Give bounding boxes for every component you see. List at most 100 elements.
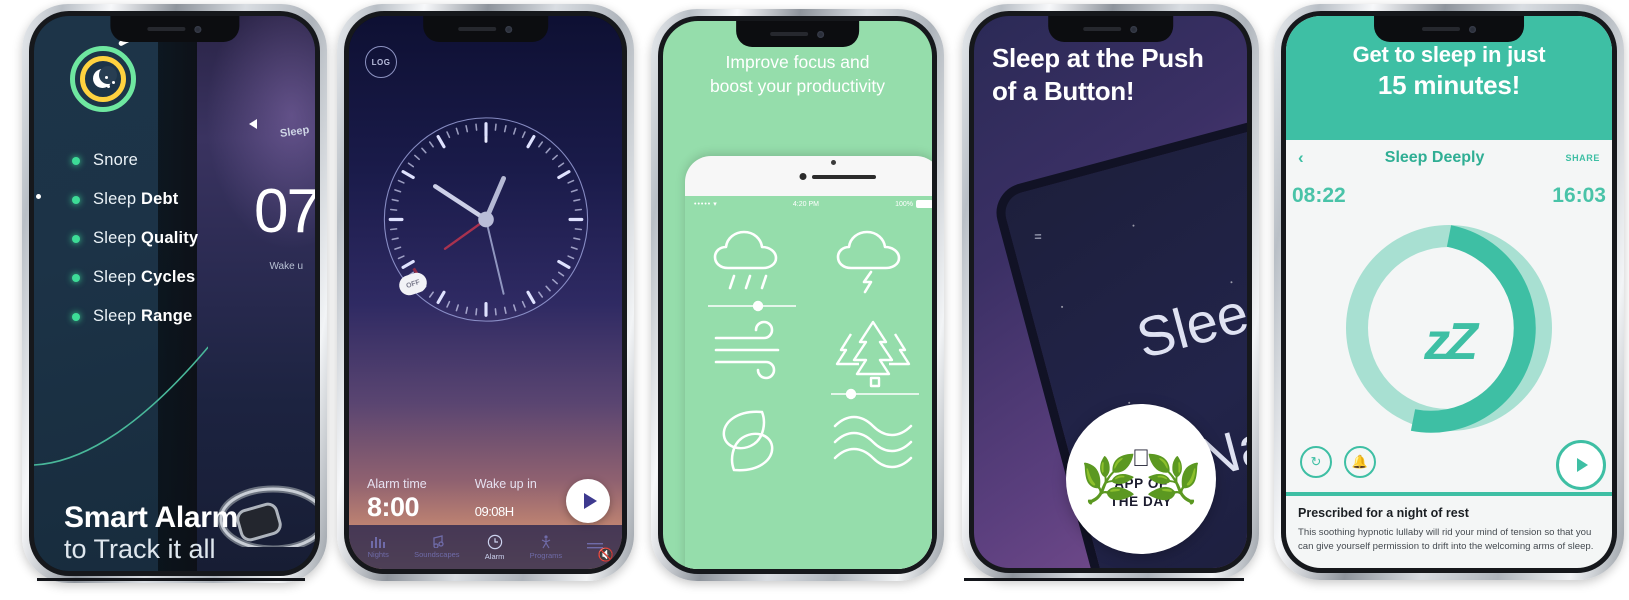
play-icon <box>583 493 597 509</box>
logo-sparkle <box>107 85 110 88</box>
sound-tile-rain[interactable] <box>693 222 812 312</box>
laurel-left-icon: 🌿 <box>1080 453 1138 505</box>
description-body: This soothing hypnotic lullaby will rid … <box>1298 527 1594 553</box>
inner-word-1: Sleep <box>1130 272 1247 371</box>
signal-dots-icon: ••••• <box>694 201 712 208</box>
sound-tile-wind[interactable] <box>693 316 812 400</box>
notch <box>109 16 240 42</box>
tab-programs[interactable]: Programs <box>529 534 563 560</box>
phone-1-bezel: Sleep 07 Wake u Snore Sleep Debt Sleep Q… <box>29 11 320 576</box>
phone-1: Sleep 07 Wake u Snore Sleep Debt Sleep Q… <box>22 4 327 583</box>
front-camera-icon <box>799 173 807 180</box>
phone-1-caption: Smart Alarm to Track it all <box>64 501 238 565</box>
leaves-icon <box>722 410 774 472</box>
headline-line-1: Get to sleep in just <box>1352 42 1546 67</box>
sound-tile-thunder[interactable] <box>816 222 933 312</box>
bullet-dot-icon <box>72 156 80 165</box>
logo-eye-right <box>112 81 115 84</box>
phone-4: = Sleep Na Fo Sleep at the Push of a But… <box>962 4 1259 580</box>
bullet-dot-icon <box>72 234 80 243</box>
list-item: Sleep Range <box>72 307 198 326</box>
list-item: Sleep Quality <box>72 229 198 248</box>
phone-1-screen: Sleep 07 Wake u Snore Sleep Debt Sleep Q… <box>34 16 315 571</box>
page-title: Sleep Deeply <box>1384 149 1485 166</box>
front-camera-icon <box>505 25 513 33</box>
sound-tile-waves[interactable] <box>816 404 933 488</box>
divider-line-1 <box>37 578 305 581</box>
headline-line-2: of a Button! <box>992 76 1135 107</box>
time-elapsed: 08:22 <box>1292 184 1346 207</box>
front-camera-icon <box>817 30 825 38</box>
phone-2-bezel: LOG OFF Alarm time 8:00 Wake up in 09:08… <box>344 11 627 574</box>
side-dot <box>36 194 41 199</box>
forest-volume-slider[interactable] <box>827 388 923 400</box>
alarm-time-label: Alarm time <box>367 477 427 491</box>
wifi-icon: ▾ <box>713 201 717 208</box>
earpiece-speaker-icon <box>1083 27 1122 31</box>
notch <box>735 21 860 47</box>
notch <box>1047 16 1174 42</box>
bullet-dot-icon <box>72 195 80 204</box>
rain-volume-slider[interactable] <box>704 300 800 312</box>
clock-icon <box>487 534 502 549</box>
description-title: Prescribed for a night of rest <box>1298 506 1469 520</box>
track-description: Prescribed for a night of rest This soot… <box>1298 506 1604 555</box>
screenshot-stage: Sleep 07 Wake u Snore Sleep Debt Sleep Q… <box>0 0 1629 600</box>
start-sleep-button[interactable] <box>566 479 610 523</box>
inner-word-3: Fo <box>1229 532 1247 568</box>
tab-label: Nights <box>367 550 389 559</box>
log-button[interactable]: LOG <box>365 46 397 78</box>
tab-soundscapes[interactable]: Soundscapes <box>414 535 460 559</box>
headline-line-2: boost your productivity <box>709 75 886 96</box>
alarm-time-block: Alarm time 8:00 <box>367 477 427 523</box>
caption-line-1: Smart Alarm <box>64 500 238 534</box>
tab-alarm[interactable]: Alarm <box>485 534 504 561</box>
thunder-cloud-icon <box>836 230 901 294</box>
phone-4-screen: = Sleep Na Fo Sleep at the Push of a But… <box>974 16 1247 568</box>
feature-label: Sleep Debt <box>93 190 179 208</box>
headline-line-1: Improve focus and <box>725 52 870 72</box>
ios-status-bar: ••••• ▾ 4:20 PM 100% <box>685 196 932 208</box>
sound-tile-leaves[interactable] <box>693 404 812 488</box>
headline-line-1: Sleep at the Push <box>992 43 1204 73</box>
headline-line-2: 15 minutes! <box>1377 70 1521 100</box>
app-of-the-day-badge: 🌿 🌿  APP OF THE DAY <box>1066 404 1216 554</box>
rain-cloud-icon <box>713 230 778 290</box>
feature-label: Sleep Quality <box>93 229 199 247</box>
soundscape-grid <box>685 208 932 488</box>
phone-5-screen: Get to sleep in just 15 minutes! ‹ Sleep… <box>1286 16 1612 568</box>
tab-label: Programs <box>529 550 563 560</box>
earpiece-speaker-icon <box>458 27 497 31</box>
list-item: Sleep Debt <box>72 190 198 209</box>
bars-icon <box>371 537 386 548</box>
phone-3-bezel: Improve focus and boost your productivit… <box>658 16 937 574</box>
player-progress-bar[interactable] <box>1286 492 1612 496</box>
front-camera-icon <box>1130 25 1138 33</box>
time-total: 16:03 <box>1552 184 1606 207</box>
phone-2: LOG OFF Alarm time 8:00 Wake up in 09:08… <box>337 4 634 581</box>
wake-up-label: Wake up in <box>474 477 537 491</box>
mute-icon[interactable]: 🔇 <box>598 547 614 563</box>
play-button[interactable] <box>1556 440 1606 490</box>
feature-label: Snore <box>93 151 139 169</box>
replay-icon[interactable]: ↻ <box>1300 446 1332 478</box>
phone-4-headline: Sleep at the Push of a Button! <box>992 42 1243 109</box>
phone-1-inner-screenshot: Sleep 07 Wake u <box>196 16 315 571</box>
bullet-dot-icon <box>72 273 80 282</box>
phone-5-bezel: Get to sleep in just 15 minutes! ‹ Sleep… <box>1281 11 1617 573</box>
tab-nights[interactable]: Nights <box>368 535 389 559</box>
bell-icon[interactable]: 🔔 <box>1344 446 1376 478</box>
equals-mark: = <box>1034 228 1042 244</box>
phone-2-screen: LOG OFF Alarm time 8:00 Wake up in 09:08… <box>349 16 622 569</box>
share-button[interactable]: SHARE <box>1565 153 1600 163</box>
proximity-sensor-icon <box>831 160 837 165</box>
waves-icon <box>833 415 912 469</box>
inner-iphone-mockup: ••••• ▾ 4:20 PM 100% <box>685 156 932 569</box>
battery-percent: 100% <box>895 200 913 208</box>
earpiece-speaker-icon <box>770 32 809 36</box>
player-controls: ↻ 🔔 <box>1300 446 1376 478</box>
soundscape-app-screen: ••••• ▾ 4:20 PM 100% <box>685 196 932 569</box>
feature-label: Sleep Range <box>93 307 193 325</box>
chevron-left-icon[interactable]: ‹ <box>1298 148 1304 168</box>
sound-tile-forest[interactable] <box>816 316 933 400</box>
